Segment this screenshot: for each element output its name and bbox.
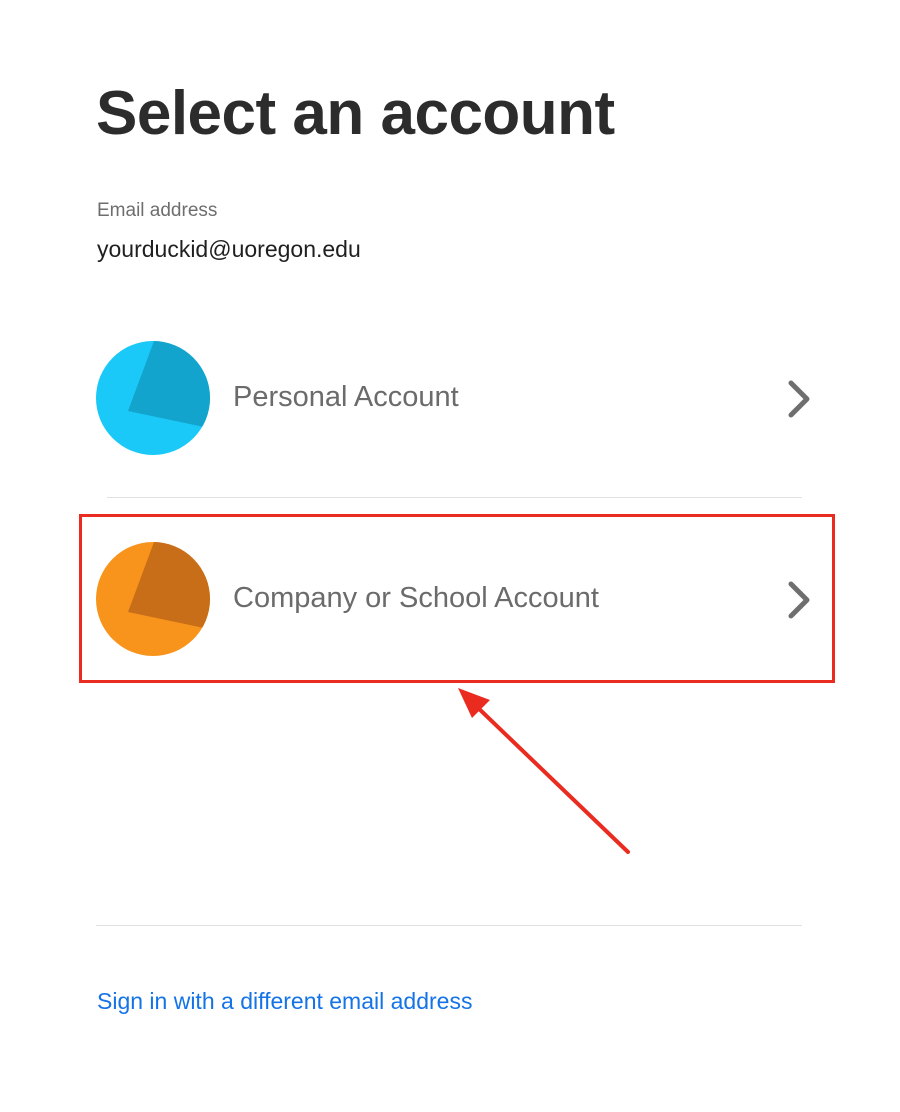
personal-account-label: Personal Account [233, 381, 459, 413]
personal-account-icon [96, 341, 210, 455]
chevron-right-icon [788, 581, 810, 619]
personal-account-option[interactable]: Personal Account [96, 341, 816, 457]
arrow-annotation-icon [458, 688, 630, 854]
company-account-label: Company or School Account [233, 582, 599, 614]
company-account-option[interactable]: Company or School Account [96, 542, 816, 658]
account-divider [107, 497, 802, 498]
chevron-right-icon [788, 380, 810, 418]
company-account-icon [96, 542, 210, 656]
page-title: Select an account [96, 79, 615, 148]
different-email-link[interactable]: Sign in with a different email address [97, 988, 472, 1015]
email-label: Email address [97, 200, 218, 221]
footer-divider [96, 925, 802, 926]
email-value: yourduckid@uoregon.edu [97, 236, 361, 262]
